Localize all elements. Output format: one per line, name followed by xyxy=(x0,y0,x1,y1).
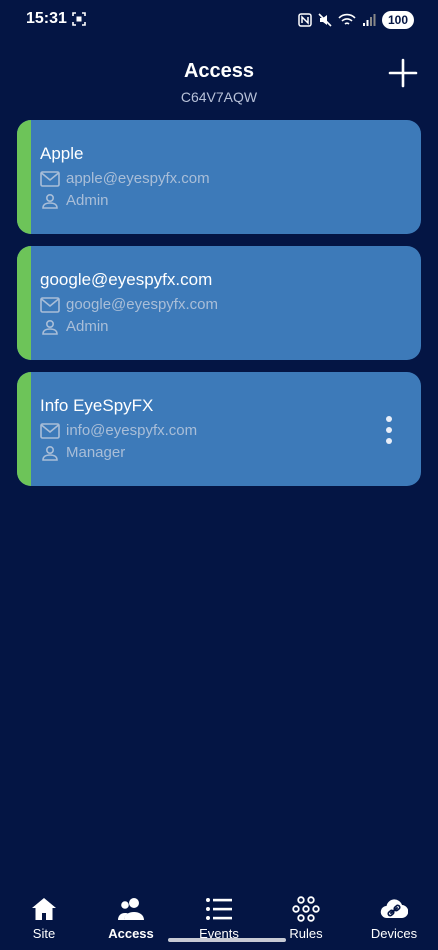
user-email-row: google@eyespyfx.com xyxy=(40,296,218,313)
user-name: google@eyespyfx.com xyxy=(40,270,213,289)
add-user-button[interactable] xyxy=(386,56,420,90)
rules-icon xyxy=(292,896,320,922)
home-icon xyxy=(32,898,56,920)
user-email: info@eyespyfx.com xyxy=(66,422,198,439)
user-card[interactable]: Apple apple@eyespyfx.com Admin xyxy=(17,120,421,234)
user-role-row: Admin xyxy=(40,318,109,335)
mute-icon xyxy=(318,13,332,27)
signal-icon xyxy=(362,14,376,26)
nav-label-site: Site xyxy=(32,926,56,941)
mail-icon xyxy=(40,422,60,439)
site-code: C64V7AQW xyxy=(180,89,258,105)
nav-item-site[interactable]: Site xyxy=(4,888,84,946)
user-name: Apple xyxy=(40,144,84,163)
user-email: apple@eyespyfx.com xyxy=(66,170,210,187)
users-icon xyxy=(118,898,144,920)
more-options-button[interactable] xyxy=(381,416,397,444)
status-time: 15:31 xyxy=(26,10,67,27)
status-bar: 15:31 100 xyxy=(0,0,438,40)
status-accent-bar xyxy=(17,372,31,486)
nav-label-access: Access xyxy=(108,926,154,941)
person-icon xyxy=(42,193,58,209)
list-icon xyxy=(206,898,232,920)
user-role: Admin xyxy=(66,192,109,209)
more-vert-icon xyxy=(386,416,392,422)
nfc-icon xyxy=(298,13,312,27)
battery-indicator: 100 xyxy=(381,11,414,29)
user-role: Manager xyxy=(66,444,126,461)
person-icon xyxy=(42,445,58,461)
screen-record-icon xyxy=(72,12,86,26)
user-card[interactable]: Info EyeSpyFX info@eyespyfx.com Manager xyxy=(17,372,421,486)
status-icons: 100 xyxy=(298,9,414,31)
page-title: Access xyxy=(183,60,255,82)
user-role: Admin xyxy=(66,318,109,335)
mail-icon xyxy=(40,170,60,187)
user-email-row: info@eyespyfx.com xyxy=(40,422,197,439)
person-icon xyxy=(42,319,58,335)
nav-label-devices: Devices xyxy=(370,926,418,941)
user-card[interactable]: google@eyespyfx.com google@eyespyfx.com … xyxy=(17,246,421,360)
mail-icon xyxy=(40,296,60,313)
status-accent-bar xyxy=(17,246,31,360)
nav-item-access[interactable]: Access xyxy=(91,888,171,946)
status-accent-bar xyxy=(17,120,31,234)
user-name: Info EyeSpyFX xyxy=(40,396,154,415)
home-indicator[interactable] xyxy=(168,938,286,942)
user-role-row: Admin xyxy=(40,192,109,209)
nav-item-devices[interactable]: Devices xyxy=(354,888,434,946)
cloud-link-icon xyxy=(380,899,408,919)
user-email-row: apple@eyespyfx.com xyxy=(40,170,210,187)
access-user-list: Apple apple@eyespyfx.com Admin google@ey… xyxy=(17,120,421,498)
wifi-icon xyxy=(338,13,356,25)
user-email: google@eyespyfx.com xyxy=(66,296,218,313)
user-role-row: Manager xyxy=(40,444,125,461)
